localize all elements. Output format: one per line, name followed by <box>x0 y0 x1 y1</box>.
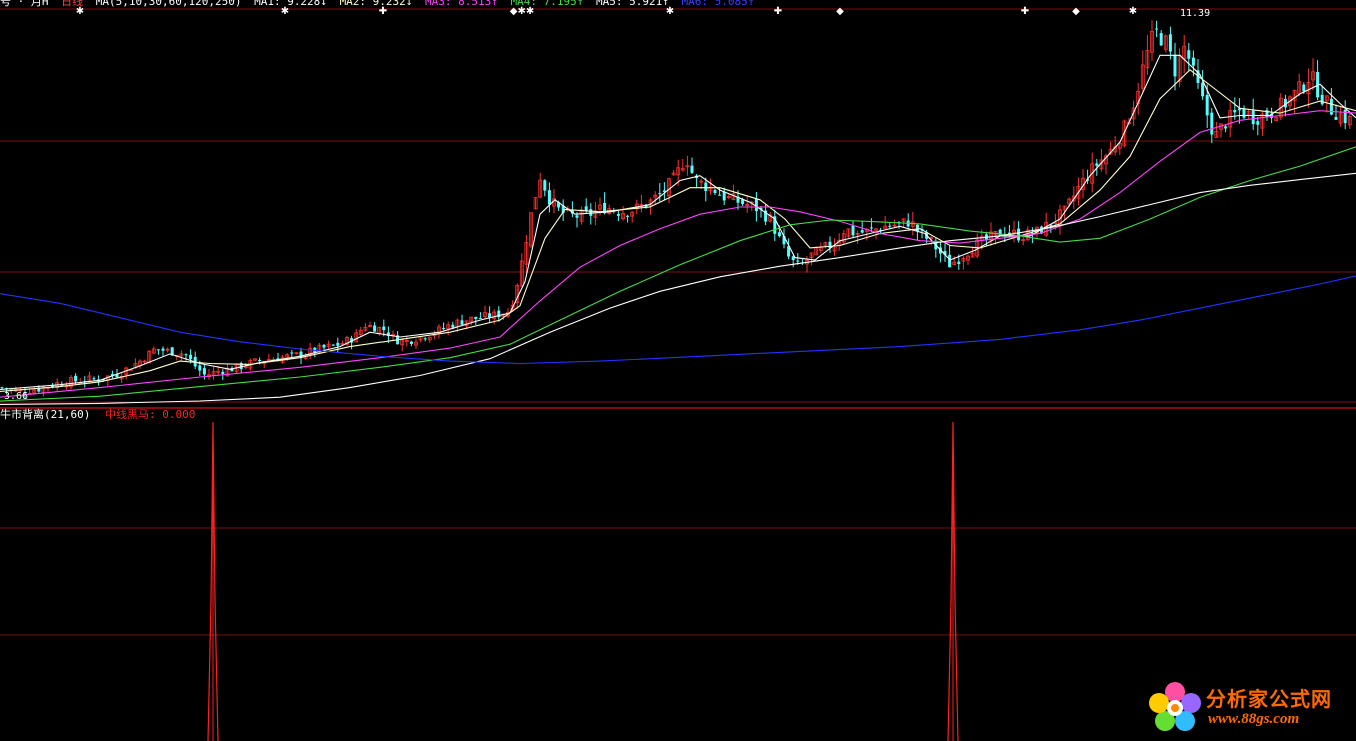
candle-body-down <box>1095 163 1099 166</box>
ma-line-ma3 <box>0 110 1356 398</box>
candle-body-down <box>1187 50 1191 59</box>
ma-line-ma2 <box>0 69 1356 392</box>
ma4-value: MA4: 7.195↑ <box>510 0 584 8</box>
candle-body-down <box>331 344 335 346</box>
candle-body-down <box>851 225 855 236</box>
candle-body-down <box>575 215 579 218</box>
indicator-panel-header: 牛市背离(21,60) 中线黑马: 0.000 <box>0 408 203 422</box>
signal-marker-icon: ◆ <box>836 6 844 17</box>
candle-body-down <box>754 198 758 212</box>
candle-body-down <box>322 344 326 348</box>
stock-chart: ✱ ✱ ✚ ◆✱✱ ✱ ✚ ◆ ✚ ◆ ✱ 3.66 11.39 <box>0 6 1356 741</box>
candle-body-down <box>658 193 662 195</box>
candle-body-down <box>948 254 952 268</box>
candle-body-down <box>1320 94 1324 105</box>
candle-body-down <box>888 225 892 227</box>
price-panel-header: 号 · 月H 日线 MA(5,10,30,60,120,250) MA1: 9.… <box>0 0 760 9</box>
stock-title: 号 · 月H <box>0 0 49 8</box>
ma3-value: MA3: 8.513↑ <box>425 0 498 8</box>
candle-body-down <box>258 359 262 362</box>
moving-averages <box>0 54 1356 405</box>
grid-lines <box>0 8 1356 636</box>
candle-body-down <box>543 180 547 191</box>
indicator-spikes <box>207 421 959 741</box>
candle-body-down <box>722 191 726 201</box>
candle-body-down <box>1205 95 1209 116</box>
indicator-value: 中线黑马: 0.000 <box>104 408 196 421</box>
low-price-label: 3.66 <box>4 391 28 402</box>
candle-body-down <box>1155 28 1159 30</box>
candle-body-down <box>1251 110 1255 125</box>
candle-body-down <box>423 338 427 340</box>
candle-body-down <box>1191 57 1195 66</box>
candle-body-down <box>1242 108 1246 118</box>
signal-marker-icon: ✱ <box>1129 6 1137 17</box>
candle-body-down <box>796 260 800 262</box>
candle-body-down <box>718 194 722 196</box>
candle-body-down <box>1201 82 1205 97</box>
signal-marker-icon: ◆ <box>1072 6 1080 17</box>
candle-body-down <box>74 375 78 382</box>
candle-body-down <box>161 348 165 351</box>
candle-body-down <box>690 165 694 173</box>
candle-body-down <box>156 349 160 351</box>
candle-body-down <box>198 365 202 371</box>
ma1-value: MA1: 9.228↓ <box>254 0 327 8</box>
candle-body-down <box>1256 121 1260 125</box>
candle-body-down <box>1173 54 1177 77</box>
candle-body-down <box>92 378 96 380</box>
candle-body-down <box>474 316 478 319</box>
candle-body-down <box>547 190 551 205</box>
candle-body-down <box>860 230 864 233</box>
candle-body-down <box>1329 98 1333 115</box>
ma-params: MA(5,10,30,60,120,250) <box>95 0 242 8</box>
candle-body-down <box>0 387 4 389</box>
site-watermark: 分析家公式网 www.88gs.com <box>1148 681 1348 733</box>
candle-body-down <box>777 232 781 237</box>
candle-body-down <box>1224 126 1228 129</box>
candle-body-down <box>451 324 455 328</box>
ma5-value: MA5: 5.921↑ <box>596 0 669 8</box>
candle-body-down <box>409 341 413 344</box>
period-label[interactable]: 日线 <box>61 0 83 8</box>
candle-body-down <box>221 371 225 375</box>
candle-body-down <box>869 227 873 229</box>
candle-body-down <box>584 206 588 211</box>
watermark-url: www.88gs.com <box>1208 711 1300 727</box>
signal-marker-icon: ✚ <box>774 6 782 17</box>
candle-body-down <box>442 328 446 330</box>
candle-body-down <box>184 354 188 356</box>
candle-body-down <box>460 320 464 325</box>
watermark-text: 分析家公式网 <box>1206 687 1332 711</box>
candle-body-down <box>616 214 620 216</box>
candle-body-down <box>478 317 482 319</box>
signal-marker-icon: ✚ <box>1021 6 1029 17</box>
candle-body-down <box>713 190 717 193</box>
candle-body-down <box>1233 110 1237 113</box>
candle-body-down <box>373 325 377 332</box>
candle-body-down <box>704 182 708 191</box>
candle-body-down <box>915 224 919 232</box>
ma6-value: MA6: 5.085↑ <box>681 0 755 8</box>
candle-body-down <box>957 261 961 264</box>
candle-body-down <box>1210 112 1214 135</box>
candle-body-down <box>1017 228 1021 241</box>
candle-body-down <box>336 342 340 346</box>
candle-body-down <box>1168 34 1172 52</box>
ma-line-ma6 <box>0 275 1356 365</box>
candle-body-down <box>382 326 386 331</box>
candle-body-down <box>1302 84 1306 92</box>
candle-body-down <box>189 354 193 360</box>
candle-body-down <box>202 368 206 375</box>
candle-body-down <box>626 215 630 217</box>
ma2-value: MA2: 9.232↓ <box>339 0 413 8</box>
high-price-label: 11.39 <box>1180 8 1210 19</box>
flower-logo-icon <box>1149 682 1201 731</box>
candle-body-down <box>1159 33 1163 46</box>
candle-body-down <box>1334 117 1338 120</box>
candlesticks <box>0 20 1352 399</box>
indicator-name[interactable]: 牛市背离(21,60) <box>0 408 90 421</box>
candle-body-down <box>290 352 294 354</box>
